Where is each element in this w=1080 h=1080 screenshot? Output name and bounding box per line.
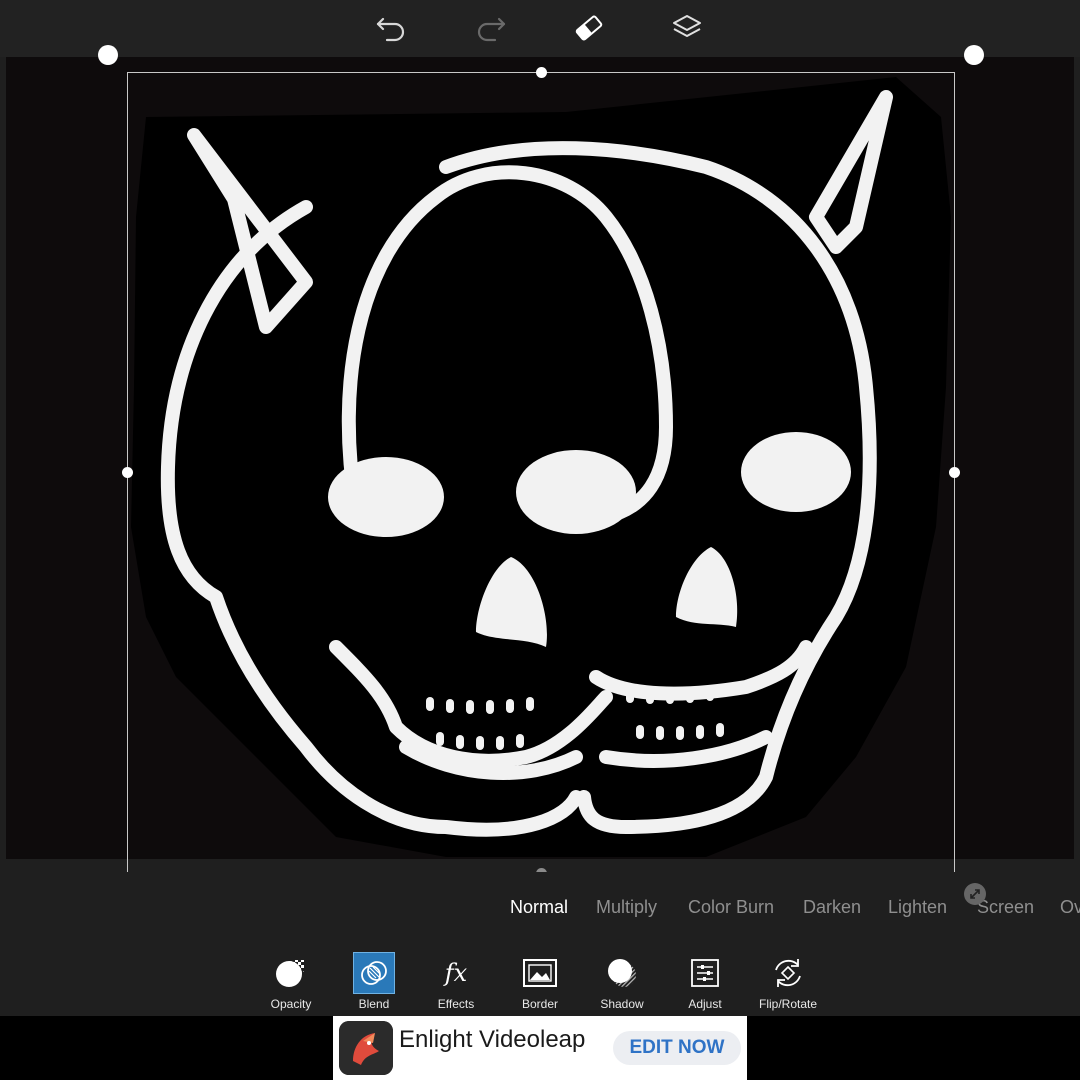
top-toolbar	[0, 0, 1080, 57]
layer-selection-frame[interactable]	[122, 67, 960, 879]
border-icon	[519, 952, 561, 994]
tool-border[interactable]: Border	[500, 952, 580, 1016]
redo-icon	[477, 17, 506, 42]
resize-handle-left[interactable]	[122, 467, 133, 478]
resize-handle-right[interactable]	[949, 467, 960, 478]
tool-label: Border	[521, 997, 559, 1011]
rotate-handle[interactable]	[964, 883, 986, 905]
eraser-icon	[575, 15, 603, 41]
blend-icon	[353, 952, 395, 994]
tool-label: Effects	[437, 997, 475, 1011]
shadow-icon	[601, 952, 643, 994]
resize-handle-top[interactable]	[536, 67, 547, 78]
canvas-corner-handle[interactable]	[964, 45, 984, 65]
ad-area: Enlight Videoleap EDIT NOW	[0, 1016, 1080, 1080]
blend-mode-strip[interactable]: Normal Multiply Color Burn Darken Lighte…	[0, 872, 1080, 942]
tool-blend[interactable]: Blend	[334, 952, 414, 1016]
tool-adjust[interactable]: Adjust	[665, 952, 745, 1016]
eraser-button[interactable]	[567, 8, 611, 48]
blend-mode-color-burn[interactable]: Color Burn	[688, 897, 774, 918]
undo-icon	[376, 17, 405, 42]
opacity-icon	[270, 952, 312, 994]
layers-icon	[673, 15, 701, 37]
tool-label: Shadow	[600, 997, 644, 1011]
canvas-corner-handle[interactable]	[98, 45, 118, 65]
blend-mode-multiply[interactable]: Multiply	[596, 897, 657, 918]
scale-rotate-icon	[970, 889, 980, 899]
ad-edit-now-button[interactable]: EDIT NOW	[613, 1031, 741, 1065]
tool-label: Flip/Rotate	[758, 997, 818, 1011]
tool-shadow[interactable]: Shadow	[582, 952, 662, 1016]
tool-label: Adjust	[688, 997, 722, 1011]
tool-label: Blend	[358, 997, 390, 1011]
undo-button[interactable]	[370, 8, 414, 48]
redo-button[interactable]	[468, 8, 512, 48]
tool-label: Opacity	[270, 997, 312, 1011]
ad-title: Enlight Videoleap	[399, 1026, 586, 1053]
tool-flip-rotate[interactable]: Flip/Rotate	[748, 952, 828, 1016]
blend-mode-screen[interactable]: Screen	[977, 897, 1034, 918]
layer-tools-bar: Opacity Blend fx Effects Border Shadow A…	[0, 942, 1080, 1016]
fx-icon: fx	[444, 959, 468, 987]
videoleap-logo-icon	[339, 1021, 393, 1075]
tool-opacity[interactable]: Opacity	[251, 952, 331, 1016]
blend-mode-darken[interactable]: Darken	[803, 897, 861, 918]
blend-mode-overlay[interactable]: Ov	[1060, 897, 1080, 918]
tool-effects[interactable]: fx Effects	[416, 952, 496, 1016]
blend-mode-lighten[interactable]: Lighten	[888, 897, 947, 918]
layers-button[interactable]	[665, 8, 709, 48]
blend-mode-normal[interactable]: Normal	[510, 897, 568, 918]
adjust-icon	[684, 952, 726, 994]
ad-banner[interactable]: Enlight Videoleap EDIT NOW	[333, 1016, 747, 1080]
flip-rotate-icon	[767, 952, 809, 994]
